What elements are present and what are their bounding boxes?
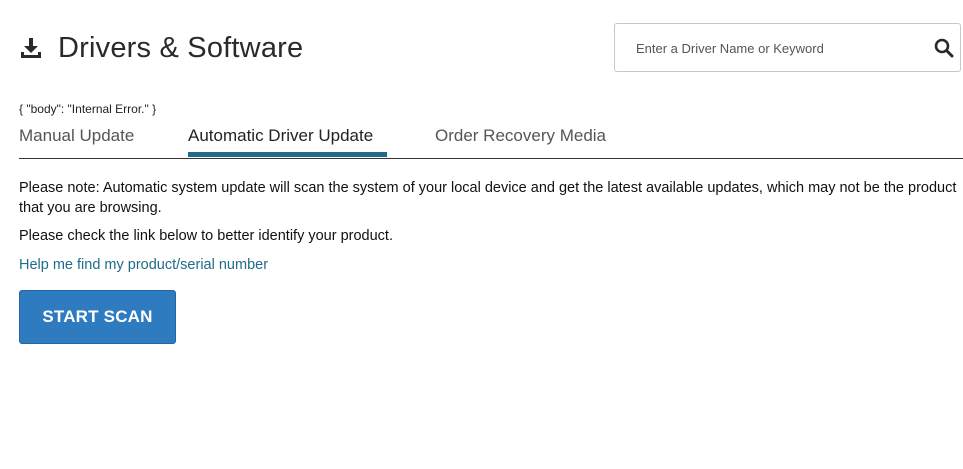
- tab-bar: Manual Update Automatic Driver Update Or…: [19, 122, 963, 159]
- page-title: Drivers & Software: [58, 31, 304, 64]
- search-icon[interactable]: [934, 38, 954, 58]
- tab-manual-update[interactable]: Manual Update: [19, 126, 134, 146]
- tab-automatic-driver-update[interactable]: Automatic Driver Update: [188, 126, 373, 146]
- tab-order-recovery-media[interactable]: Order Recovery Media: [435, 126, 606, 146]
- active-tab-indicator: [188, 152, 387, 157]
- page-header: Drivers & Software: [19, 28, 303, 68]
- identify-product-text: Please check the link below to better id…: [19, 228, 393, 244]
- error-message: { "body": "Internal Error." }: [19, 102, 157, 116]
- download-icon: [21, 38, 41, 58]
- automatic-update-note: Please note: Automatic system update wil…: [19, 180, 957, 216]
- help-find-serial-link[interactable]: Help me find my product/serial number: [19, 255, 268, 275]
- search-input[interactable]: [636, 36, 916, 60]
- start-scan-button[interactable]: START SCAN: [19, 290, 176, 344]
- search-box[interactable]: [614, 23, 961, 72]
